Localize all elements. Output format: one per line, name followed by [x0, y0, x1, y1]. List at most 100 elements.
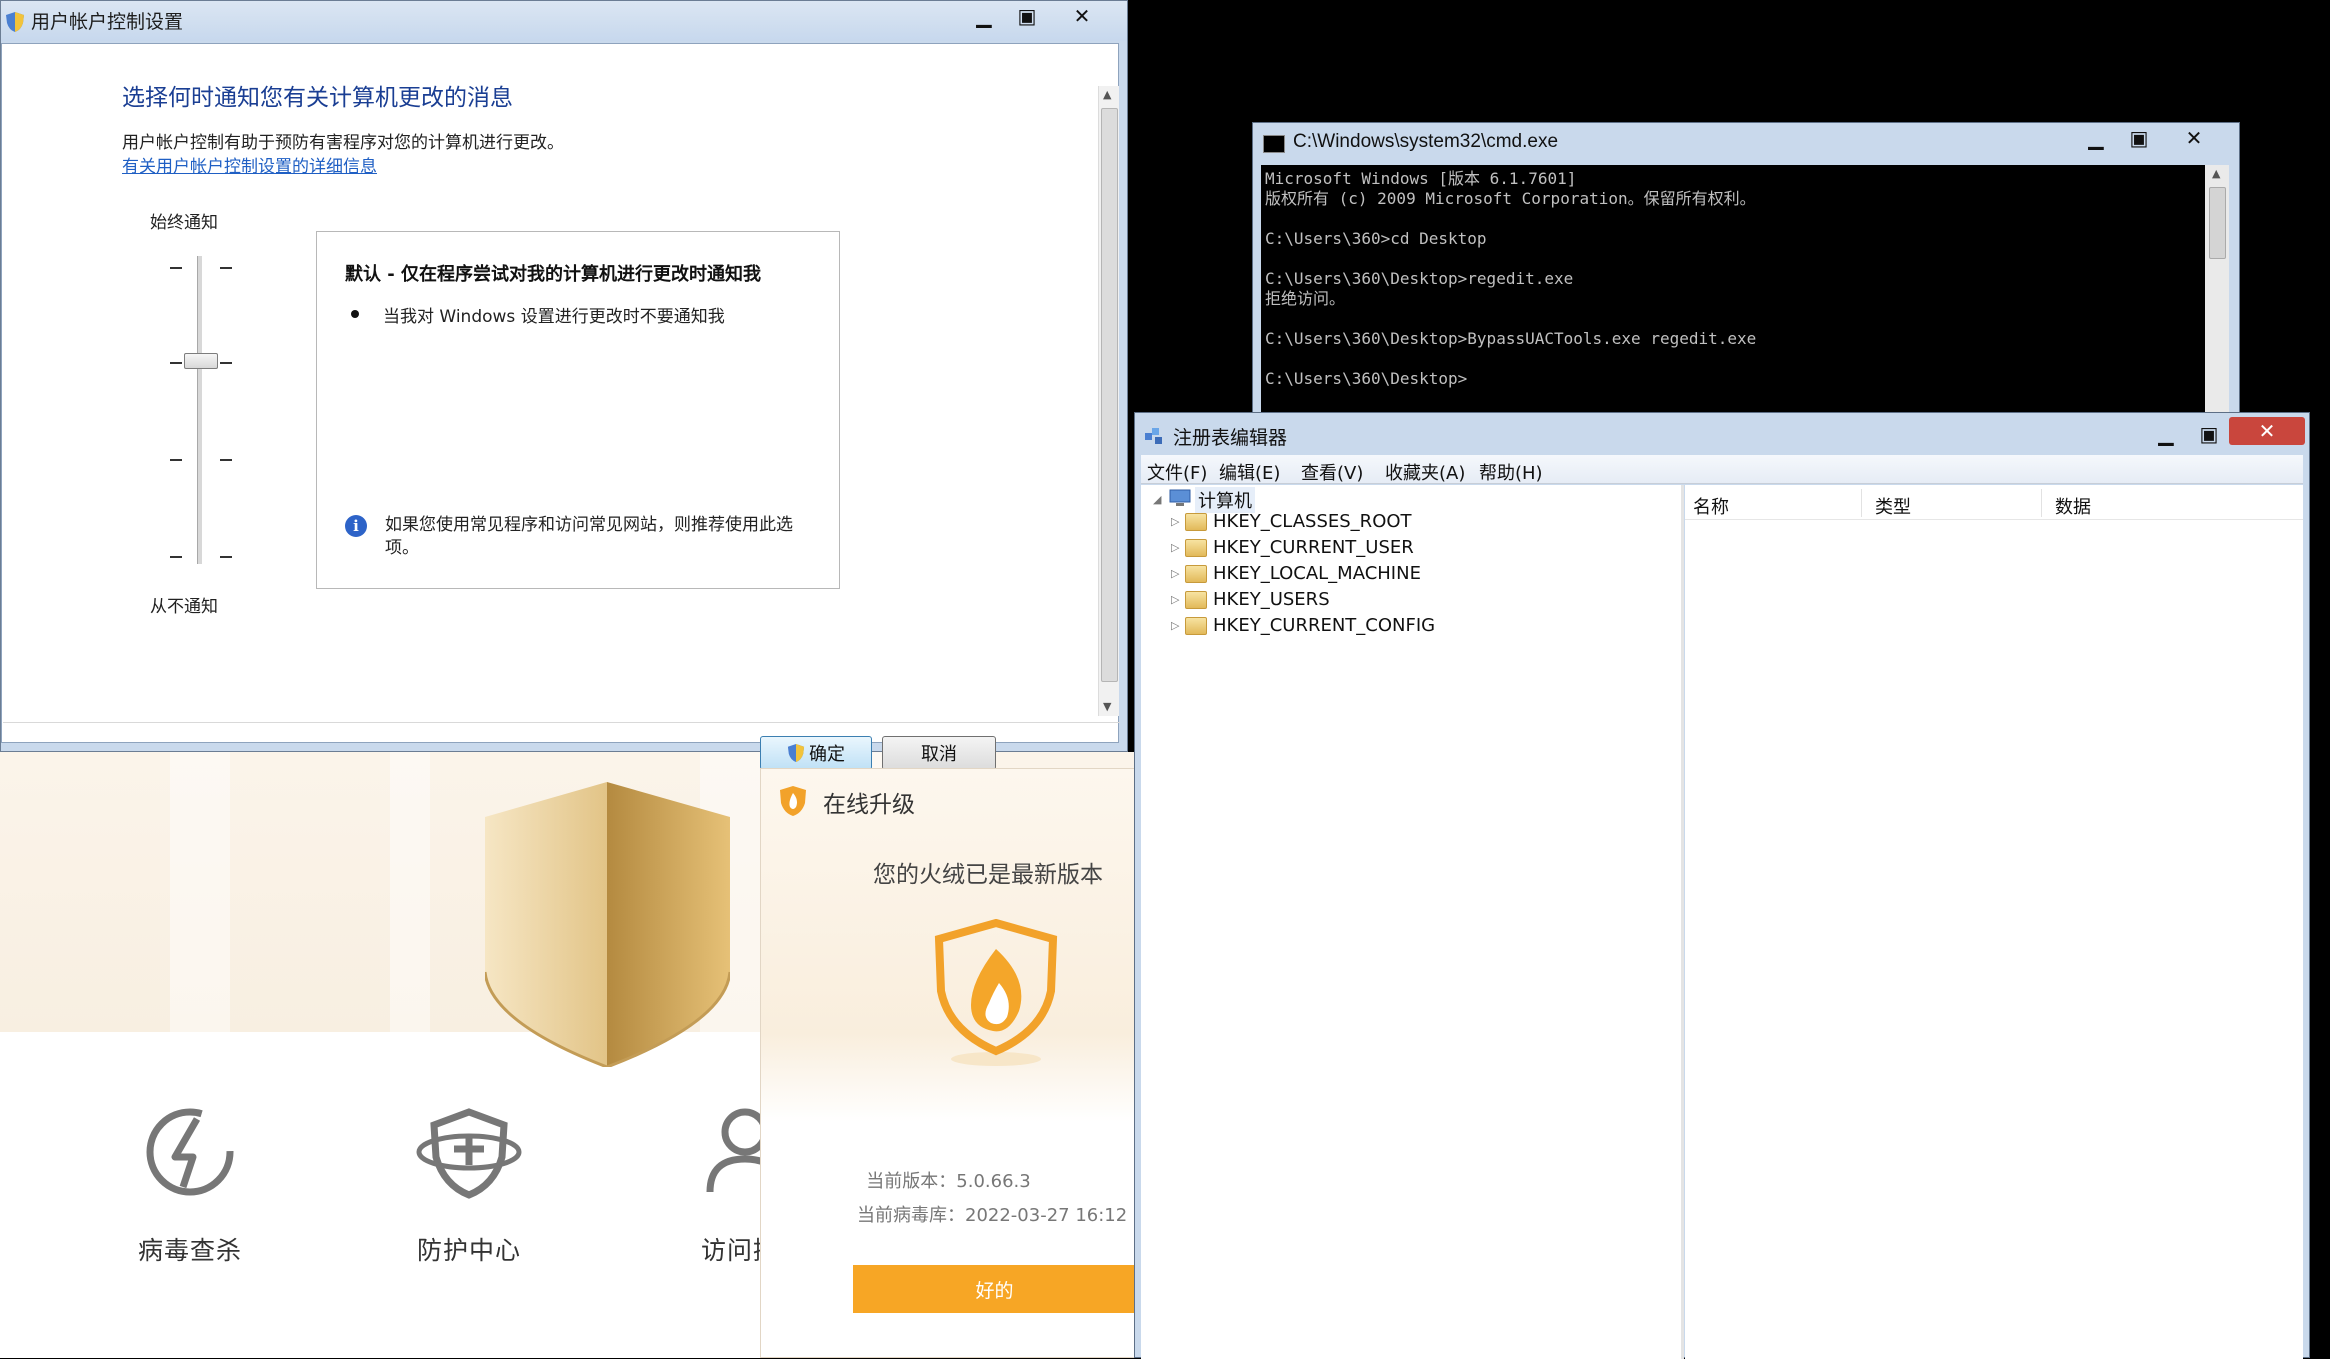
- uac-shield-icon: [6, 12, 24, 32]
- scrollbar-thumb[interactable]: [2209, 187, 2226, 259]
- current-version: 当前版本：5.0.66.3: [866, 1171, 1031, 1192]
- menu-file[interactable]: 文件(F): [1147, 459, 1207, 485]
- close-button[interactable]: ✕: [2159, 123, 2229, 153]
- level-title: 默认 - 仅在程序尝试对我的计算机进行更改时通知我: [345, 264, 762, 285]
- tree-item-hklm[interactable]: HKEY_LOCAL_MACHINE: [1213, 563, 1421, 584]
- slider-tick: [170, 267, 182, 269]
- menu-help[interactable]: 帮助(H): [1479, 459, 1543, 485]
- maximize-button[interactable]: ▣: [2189, 419, 2229, 449]
- folder-icon: [1185, 617, 1207, 635]
- folder-icon: [1185, 539, 1207, 557]
- close-button[interactable]: ✕: [1047, 1, 1117, 31]
- ok-label: 确定: [809, 744, 845, 765]
- level-recommendation: 如果您使用常见程序和访问常见网站，则推荐使用此选项。: [385, 515, 793, 558]
- update-popup: 在线升级 您的火绒已是最新版本 当前版本：5.0.66.3 当前病毒库：2022…: [760, 768, 1136, 1358]
- menu-bar: 文件(F) 编辑(E) 查看(V) 收藏夹(A) 帮助(H): [1141, 455, 2303, 484]
- column-separator[interactable]: [1861, 489, 1862, 517]
- cancel-button[interactable]: 取消: [882, 736, 996, 770]
- vertical-scrollbar[interactable]: ▲ ▼: [1098, 86, 1119, 716]
- ok-button[interactable]: 确定: [760, 736, 872, 770]
- registry-tree: ◢ 计算机 ▷ HKEY_CLASSES_ROOT ▷ HKEY_CURRENT…: [1141, 485, 1684, 1359]
- column-header-data[interactable]: 数据: [2055, 493, 2091, 519]
- slider-tick: [170, 556, 182, 558]
- tree-item-computer[interactable]: 计算机: [1195, 487, 1255, 513]
- expand-arrow-icon[interactable]: ▷: [1171, 567, 1179, 580]
- computer-icon: [1169, 489, 1191, 506]
- shield-logo-icon: [485, 782, 730, 1067]
- slider-label-never: 从不通知: [150, 597, 218, 617]
- column-header-name[interactable]: 名称: [1693, 493, 1729, 519]
- cmd-window-title: C:\Windows\system32\cmd.exe: [1293, 131, 1559, 152]
- huorong-logo-icon: [780, 786, 806, 816]
- slider-tick: [220, 556, 232, 558]
- registry-values-list: 名称 类型 数据: [1685, 485, 2303, 1359]
- popup-ok-button[interactable]: 好的: [853, 1265, 1136, 1313]
- tree-item-hkcc[interactable]: HKEY_CURRENT_CONFIG: [1213, 615, 1435, 636]
- expand-arrow-icon[interactable]: ▷: [1171, 619, 1179, 632]
- uac-titlebar[interactable]: 用户帐户控制设置 ▁ ▣ ✕: [1, 1, 1127, 41]
- minimize-button[interactable]: ▁: [961, 1, 1007, 31]
- feature-label: 防护中心: [416, 1237, 521, 1265]
- scroll-up-arrow-icon[interactable]: ▲: [2212, 167, 2220, 180]
- tree-item-hkcu[interactable]: HKEY_CURRENT_USER: [1213, 537, 1414, 558]
- menu-favorites[interactable]: 收藏夹(A): [1385, 459, 1465, 485]
- column-header-type[interactable]: 类型: [1875, 493, 1911, 519]
- console-text: Microsoft Windows [版本 6.1.7601] 版权所有 (c)…: [1265, 169, 1757, 388]
- vertical-scrollbar[interactable]: ▲: [2205, 165, 2229, 423]
- fire-shield-icon: [934, 919, 1058, 1066]
- tree-item-hkcr[interactable]: HKEY_CLASSES_ROOT: [1213, 511, 1412, 532]
- notification-slider-thumb[interactable]: [184, 353, 218, 369]
- regedit-icon: [1145, 428, 1162, 444]
- console-output[interactable]: Microsoft Windows [版本 6.1.7601] 版权所有 (c)…: [1261, 165, 2216, 423]
- header-divider: [1685, 519, 2303, 520]
- minimize-button[interactable]: ▁: [2073, 123, 2119, 153]
- popup-title: 在线升级: [823, 792, 915, 818]
- regedit-window-title: 注册表编辑器: [1173, 428, 1288, 449]
- virus-db-version: 当前病毒库：2022-03-27 16:12: [857, 1205, 1128, 1226]
- close-button[interactable]: ✕: [2229, 417, 2305, 445]
- uac-settings-window: 用户帐户控制设置 ▁ ▣ ✕ 选择何时通知您有关计算机更改的消息 用户帐户控制有…: [0, 0, 1128, 770]
- folder-icon: [1185, 513, 1207, 531]
- slider-tick: [220, 267, 232, 269]
- feature-virus-scan[interactable]: 病毒查杀: [100, 1097, 280, 1267]
- scroll-up-arrow-icon[interactable]: ▲: [1103, 88, 1111, 101]
- minimize-button[interactable]: ▁: [2143, 419, 2189, 449]
- menu-edit[interactable]: 编辑(E): [1219, 459, 1280, 485]
- divider: [3, 722, 1120, 723]
- cmd-window: C:\Windows\system32\cmd.exe ▁ ▣ ✕ Micros…: [1252, 122, 2240, 423]
- console-icon: [1263, 135, 1285, 153]
- uac-window-title: 用户帐户控制设置: [31, 12, 184, 33]
- shield-plus-icon: [416, 1108, 522, 1199]
- slider-tick: [220, 362, 232, 364]
- bullet-icon: [351, 310, 359, 318]
- info-icon: i: [345, 515, 367, 537]
- menu-view[interactable]: 查看(V): [1301, 459, 1363, 485]
- level-description-panel: 默认 - 仅在程序尝试对我的计算机进行更改时通知我 当我对 Windows 设置…: [316, 231, 840, 589]
- scrollbar-thumb[interactable]: [1101, 108, 1118, 682]
- folder-icon: [1185, 591, 1207, 609]
- slider-tick: [170, 362, 182, 364]
- maximize-button[interactable]: ▣: [1007, 1, 1047, 31]
- uac-shield-icon: [787, 744, 805, 762]
- uac-details-link[interactable]: 有关用户帐户控制设置的详细信息: [122, 152, 377, 177]
- feature-protection-center[interactable]: 防护中心: [379, 1097, 559, 1267]
- column-separator[interactable]: [2041, 489, 2042, 517]
- slider-tick: [170, 459, 182, 461]
- uac-description: 用户帐户控制有助于预防有害程序对您的计算机进行更改。: [122, 133, 564, 153]
- slider-tick: [220, 459, 232, 461]
- folder-icon: [1185, 565, 1207, 583]
- slider-label-always: 始终通知: [150, 213, 218, 233]
- expand-arrow-icon[interactable]: ◢: [1153, 493, 1161, 506]
- expand-arrow-icon[interactable]: ▷: [1171, 515, 1179, 528]
- expand-arrow-icon[interactable]: ▷: [1171, 541, 1179, 554]
- level-bullet-text: 当我对 Windows 设置进行更改时不要通知我: [383, 307, 725, 327]
- tree-item-hku[interactable]: HKEY_USERS: [1213, 589, 1330, 610]
- notification-slider-track[interactable]: [197, 256, 202, 564]
- lightning-circle-icon: [146, 1108, 234, 1196]
- maximize-button[interactable]: ▣: [2119, 123, 2159, 153]
- scroll-down-arrow-icon[interactable]: ▼: [1103, 700, 1111, 713]
- feature-label: 病毒查杀: [137, 1237, 242, 1265]
- registry-editor-window: 注册表编辑器 ▁ ▣ ✕ 文件(F) 编辑(E) 查看(V) 收藏夹(A) 帮助…: [1134, 412, 2310, 1359]
- expand-arrow-icon[interactable]: ▷: [1171, 593, 1179, 606]
- uac-content: 选择何时通知您有关计算机更改的消息 用户帐户控制有助于预防有害程序对您的计算机进…: [1, 43, 1120, 770]
